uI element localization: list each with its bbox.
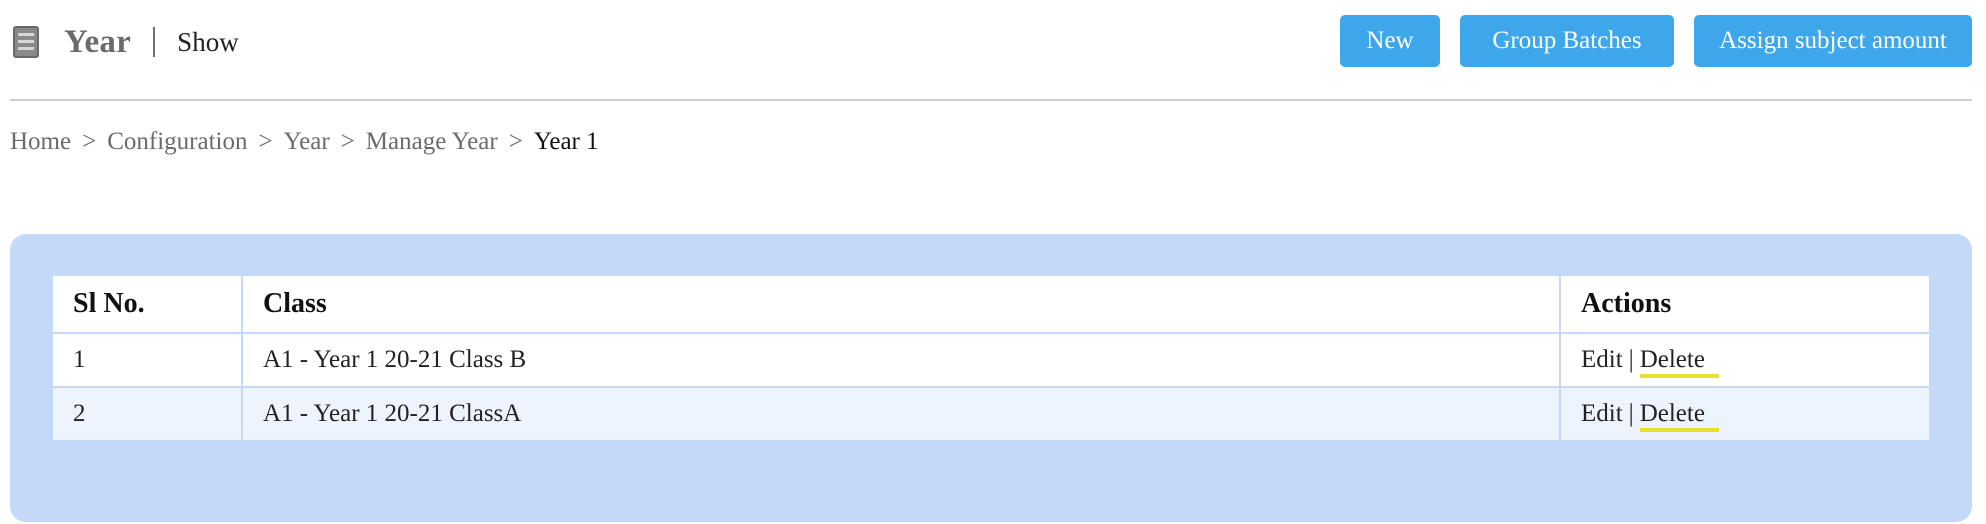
classes-table: Sl No. Class Actions 1 A1 - Year 1 20-21…	[51, 274, 1931, 442]
breadcrumb: Home > Configuration > Year > Manage Yea…	[10, 128, 599, 156]
table-header-row: Sl No. Class Actions	[51, 274, 1931, 334]
cell-class: A1 - Year 1 20-21 Class B	[241, 332, 1561, 388]
action-separator: |	[1628, 346, 1634, 373]
delete-link[interactable]: Delete	[1639, 346, 1720, 378]
table-row: 1 A1 - Year 1 20-21 Class B Edit | Delete	[51, 332, 1931, 388]
menu-icon[interactable]	[10, 24, 42, 60]
header-divider	[10, 99, 1972, 101]
breadcrumb-separator: >	[258, 128, 273, 155]
table-row: 2 A1 - Year 1 20-21 ClassA Edit | Delete	[51, 386, 1931, 442]
column-header-actions: Actions	[1559, 274, 1931, 334]
breadcrumb-year[interactable]: Year	[284, 128, 330, 156]
edit-link[interactable]: Edit	[1581, 400, 1623, 427]
assign-subject-amount-button[interactable]: Assign subject amount	[1694, 15, 1972, 67]
header-title-group: Year Show	[10, 14, 239, 70]
column-header-class: Class	[241, 274, 1561, 334]
new-button[interactable]: New	[1340, 15, 1440, 67]
action-separator: |	[1628, 400, 1634, 427]
title-divider	[153, 27, 156, 57]
breadcrumb-configuration[interactable]: Configuration	[107, 128, 247, 156]
page-header: Year Show New Group Batches Assign subje…	[10, 14, 1972, 70]
breadcrumb-separator: >	[508, 128, 523, 155]
classes-panel: Sl No. Class Actions 1 A1 - Year 1 20-21…	[10, 234, 1972, 522]
breadcrumb-current: Year 1	[533, 128, 599, 155]
group-batches-button[interactable]: Group Batches	[1460, 15, 1674, 67]
breadcrumb-manage-year[interactable]: Manage Year	[366, 128, 498, 156]
cell-sl-no: 2	[51, 386, 243, 442]
breadcrumb-home[interactable]: Home	[10, 128, 71, 156]
page-title: Year	[64, 23, 132, 60]
cell-sl-no: 1	[51, 332, 243, 388]
page-subtitle: Show	[177, 26, 239, 57]
breadcrumb-separator: >	[82, 128, 97, 155]
cell-actions: Edit | Delete	[1559, 386, 1931, 442]
edit-link[interactable]: Edit	[1581, 346, 1623, 373]
delete-link[interactable]: Delete	[1639, 400, 1720, 432]
cell-actions: Edit | Delete	[1559, 332, 1931, 388]
breadcrumb-separator: >	[340, 128, 355, 155]
column-header-sl-no: Sl No.	[51, 274, 243, 334]
cell-class: A1 - Year 1 20-21 ClassA	[241, 386, 1561, 442]
header-actions: New Group Batches Assign subject amount	[1340, 15, 1972, 67]
